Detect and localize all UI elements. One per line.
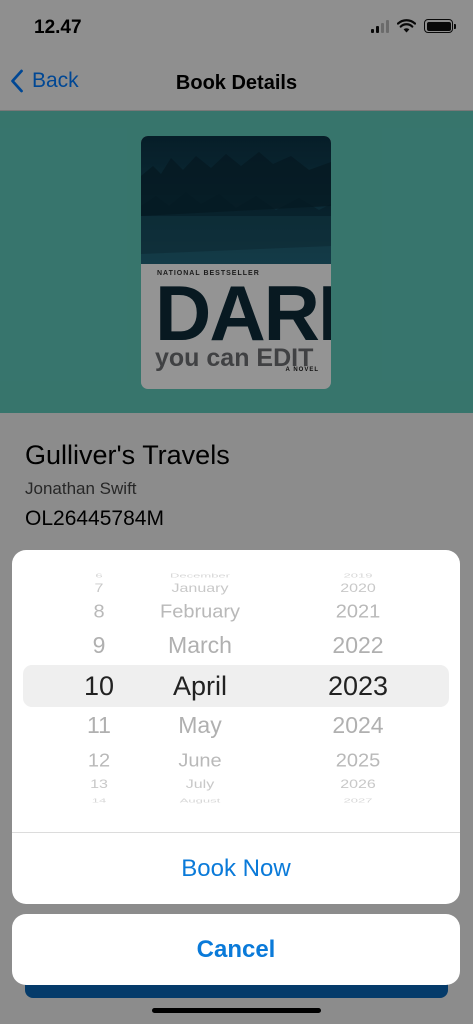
picker-option-year[interactable]: 2027 — [308, 798, 408, 804]
picker-option-year[interactable]: 2022 — [308, 634, 408, 657]
picker-option-day[interactable]: 8 — [64, 603, 134, 622]
picker-option-month[interactable]: January — [130, 583, 270, 595]
day-wheel[interactable]: 6 7 8 9 10 11 12 13 14 — [64, 550, 134, 833]
picker-option-day[interactable]: 13 — [64, 779, 134, 791]
picker-option-day[interactable]: 12 — [64, 752, 134, 771]
picker-option-year[interactable]: 2019 — [308, 573, 408, 579]
picker-option-month[interactable]: May — [130, 714, 270, 737]
picker-option-month[interactable]: July — [130, 779, 270, 791]
cancel-button[interactable]: Cancel — [12, 914, 460, 985]
picker-option-month[interactable]: June — [130, 752, 270, 771]
year-wheel[interactable]: 2019 2020 2021 2022 2023 2024 2025 2026 2027 — [308, 550, 408, 833]
picker-option-month[interactable]: February — [130, 603, 270, 622]
picker-selected-year[interactable]: 2023 — [308, 673, 408, 700]
picker-option-day[interactable]: 9 — [64, 634, 134, 657]
date-picker-wheel[interactable]: 6 7 8 9 10 11 12 13 14 December January February Ma… — [12, 550, 460, 833]
picker-option-day[interactable]: 11 — [64, 714, 134, 737]
picker-option-month[interactable]: December — [130, 573, 270, 579]
month-wheel[interactable]: December January February March April May June… — [130, 550, 270, 833]
picker-option-month[interactable]: March — [130, 634, 270, 657]
picker-option-day[interactable]: 7 — [64, 583, 134, 595]
picker-option-year[interactable]: 2025 — [308, 752, 408, 771]
picker-option-day[interactable]: 6 — [64, 573, 134, 579]
picker-option-year[interactable]: 2021 — [308, 603, 408, 622]
picker-option-month[interactable]: August — [130, 798, 270, 804]
home-indicator — [152, 1008, 321, 1013]
picker-selected-day[interactable]: 10 — [64, 673, 134, 700]
picker-option-year[interactable]: 2020 — [308, 583, 408, 595]
picker-option-year[interactable]: 2024 — [308, 714, 408, 737]
picker-option-year[interactable]: 2026 — [308, 779, 408, 791]
picker-option-day[interactable]: 14 — [64, 798, 134, 804]
date-picker-sheet: 6 7 8 9 10 11 12 13 14 December January February Ma… — [12, 550, 460, 904]
picker-selected-month[interactable]: April — [130, 673, 270, 700]
book-now-button[interactable]: Book Now — [12, 833, 460, 904]
